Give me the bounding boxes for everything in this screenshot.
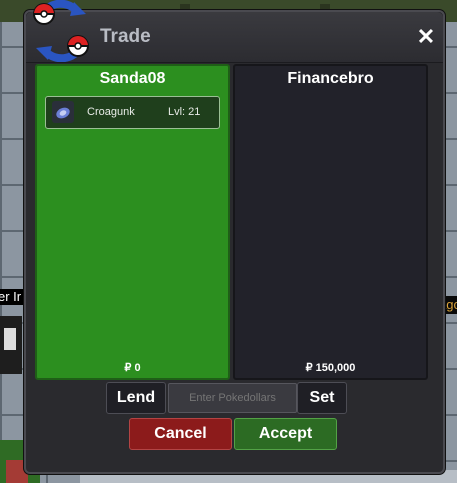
item-level: Lvl: 21 (168, 106, 201, 118)
partner-money-offer: ₽ 150,000 (305, 362, 356, 374)
money-controls: Lend Set (26, 382, 443, 414)
partner-offer-panel: Financebro ₽ 150,000 (233, 64, 428, 380)
my-player-name: Sanda08 (99, 70, 166, 87)
window-title: Trade (100, 26, 151, 47)
cancel-button[interactable]: Cancel (129, 418, 232, 450)
trade-pokeball-arrows-icon (33, 0, 89, 62)
my-money-offer: ₽ 0 (124, 362, 141, 374)
croagunk-icon (52, 101, 74, 123)
lend-button[interactable]: Lend (106, 382, 166, 414)
world-npc-sprite (0, 316, 22, 374)
trade-item-row[interactable]: Croagunk Lvl: 21 (45, 96, 220, 129)
pokedollar-input[interactable] (168, 383, 297, 413)
set-button[interactable]: Set (297, 382, 347, 414)
world-player-label: er Ir (0, 289, 24, 305)
trade-window: Trade ✕ Sanda08 Croagunk Lvl: 21 ₽ 0 Fin… (24, 0, 445, 474)
close-button[interactable]: ✕ (415, 26, 437, 48)
my-offer-panel: Sanda08 Croagunk Lvl: 21 ₽ 0 (35, 64, 230, 380)
title-bar[interactable]: Trade ✕ (26, 0, 443, 63)
partner-player-name: Financebro (287, 70, 374, 87)
accept-button[interactable]: Accept (234, 418, 337, 450)
item-name: Croagunk (87, 106, 135, 118)
